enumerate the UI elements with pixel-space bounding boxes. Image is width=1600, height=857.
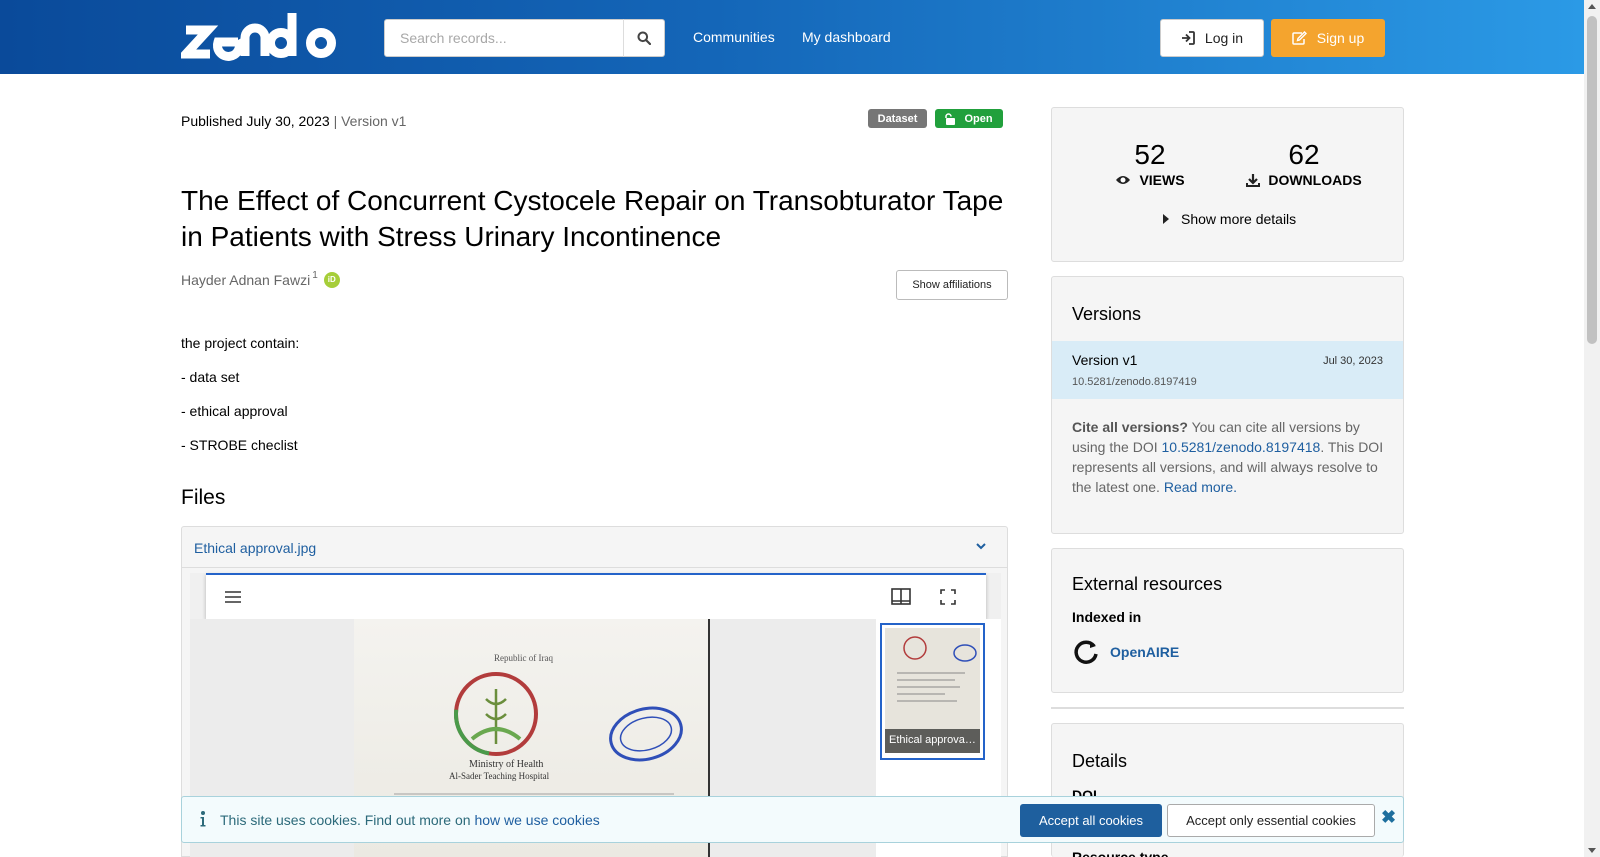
details-heading: Details: [1072, 751, 1128, 771]
openaire-label[interactable]: OpenAIRE: [1110, 644, 1179, 660]
doc-text-line: Ministry of Health: [469, 759, 543, 770]
record-title: The Effect of Concurrent Cystocele Repai…: [181, 185, 1004, 252]
file-accordion[interactable]: Ethical approval.jpg: [181, 526, 1008, 568]
openaire-link[interactable]: OpenAIRE: [1072, 638, 1179, 666]
external-resources-heading: External resources: [1072, 574, 1223, 594]
search-input[interactable]: [384, 19, 624, 57]
signup-button[interactable]: Sign up: [1271, 19, 1385, 57]
resource-type-label: Resource type: [1072, 849, 1169, 857]
versions-heading: Versions: [1072, 304, 1142, 324]
show-more-details-toggle[interactable]: Show more details: [1163, 211, 1296, 227]
thumbnail-label: Ethical approval.jpg: [885, 729, 980, 753]
description-line: the project contain:: [181, 335, 300, 351]
scroll-down-arrow[interactable]: [1588, 848, 1596, 853]
fullscreen-icon[interactable]: [940, 589, 956, 605]
views-label: VIEWS: [1070, 172, 1230, 188]
downloads-label-text: DOWNLOADS: [1268, 172, 1362, 188]
cite-bold: Cite all versions?: [1072, 419, 1188, 435]
version-info: | Version v1: [333, 113, 407, 129]
cookie-policy-link[interactable]: how we use cookies: [474, 812, 599, 828]
author-affiliation-number: 1: [312, 270, 318, 281]
nav-communities[interactable]: Communities: [693, 29, 775, 45]
views-label-text: VIEWS: [1139, 172, 1185, 188]
concept-doi-link[interactable]: 10.5281/zenodo.8197418: [1162, 439, 1321, 455]
accept-all-cookies-button[interactable]: Accept all cookies: [1020, 804, 1162, 837]
indexed-in-label: Indexed in: [1072, 609, 1142, 625]
login-button[interactable]: Log in: [1160, 19, 1264, 57]
search-button[interactable]: [623, 19, 665, 57]
resource-type-badge: Dataset: [868, 109, 927, 128]
description-line: - STROBE checlist: [181, 437, 298, 453]
cookie-banner: This site uses cookies. Find out more on…: [181, 796, 1404, 843]
sidebar-divider: [1051, 707, 1404, 709]
accept-essential-cookies-button[interactable]: Accept only essential cookies: [1167, 804, 1375, 837]
files-heading: Files: [181, 486, 226, 509]
scroll-up-arrow[interactable]: [1588, 4, 1596, 9]
doc-text-line: Al-Sader Teaching Hospital: [449, 771, 550, 781]
search-icon: [637, 31, 651, 45]
info-icon: [200, 811, 206, 827]
version-doi: 10.5281/zenodo.8197419: [1072, 376, 1197, 388]
viewer-toolbar: [206, 573, 986, 619]
show-affiliations-button[interactable]: Show affiliations: [896, 270, 1008, 300]
downloads-label: DOWNLOADS: [1224, 172, 1384, 188]
eye-icon: [1116, 176, 1131, 184]
author: Hayder Adnan Fawzi 1 iD: [181, 270, 340, 288]
close-icon[interactable]: ✖: [1381, 807, 1396, 828]
thumbnail-image: Ethical approval.jpg: [885, 628, 980, 753]
cookie-text: This site uses cookies. Find out more on: [220, 812, 475, 828]
zenodo-logo[interactable]: [175, 8, 341, 67]
published-date: Published July 30, 2023: [181, 113, 330, 129]
login-label: Log in: [1204, 30, 1244, 46]
stats-card: 52 VIEWS 62 DOWNLOADS Show more details: [1051, 107, 1404, 262]
access-badge: Open: [935, 109, 1003, 128]
book-view-icon[interactable]: [891, 588, 911, 606]
caret-right-icon: [1163, 214, 1169, 224]
unlock-icon: [945, 112, 956, 125]
page-scrollbar[interactable]: [1584, 0, 1600, 857]
signup-label: Sign up: [1316, 30, 1365, 46]
doc-text-line: Republic of Iraq: [494, 653, 553, 663]
external-resources-card: External resources Indexed in OpenAIRE: [1051, 548, 1404, 693]
nav-my-dashboard[interactable]: My dashboard: [802, 29, 891, 45]
chevron-down-icon[interactable]: [975, 541, 987, 551]
orcid-icon[interactable]: iD: [323, 272, 340, 288]
show-more-details-label: Show more details: [1181, 211, 1297, 227]
openaire-icon: [1074, 640, 1098, 664]
views-count: 52: [1134, 139, 1166, 170]
edit-icon: [1292, 31, 1307, 45]
scroll-thumb[interactable]: [1587, 16, 1597, 344]
version-item[interactable]: Version v1 Jul 30, 2023 10.5281/zenodo.8…: [1052, 341, 1403, 399]
publication-info: Published July 30, 2023 | Version v1: [181, 113, 406, 129]
file-name-link[interactable]: Ethical approval.jpg: [194, 540, 316, 556]
thumbnail-item[interactable]: Ethical approval.jpg: [880, 623, 985, 760]
download-icon: [1246, 174, 1261, 187]
access-badge-label: Open: [964, 112, 993, 125]
downloads-count: 62: [1288, 139, 1320, 170]
description-line: - ethical approval: [181, 403, 288, 419]
site-header: Communities My dashboard Log in Sign up: [0, 0, 1584, 74]
cookie-message: This site uses cookies. Find out more on…: [220, 812, 600, 828]
read-more-link[interactable]: Read more.: [1164, 479, 1237, 495]
author-name[interactable]: Hayder Adnan Fawzi: [181, 272, 310, 288]
cite-all-versions-text: Cite all versions? You can cite all vers…: [1072, 417, 1392, 497]
version-label[interactable]: Version v1: [1072, 352, 1137, 368]
description-line: - data set: [181, 369, 240, 385]
menu-icon[interactable]: [224, 590, 242, 604]
version-date: Jul 30, 2023: [1323, 355, 1383, 367]
versions-card: Versions Version v1 Jul 30, 2023 10.5281…: [1051, 276, 1404, 534]
sign-in-icon: [1181, 31, 1195, 45]
